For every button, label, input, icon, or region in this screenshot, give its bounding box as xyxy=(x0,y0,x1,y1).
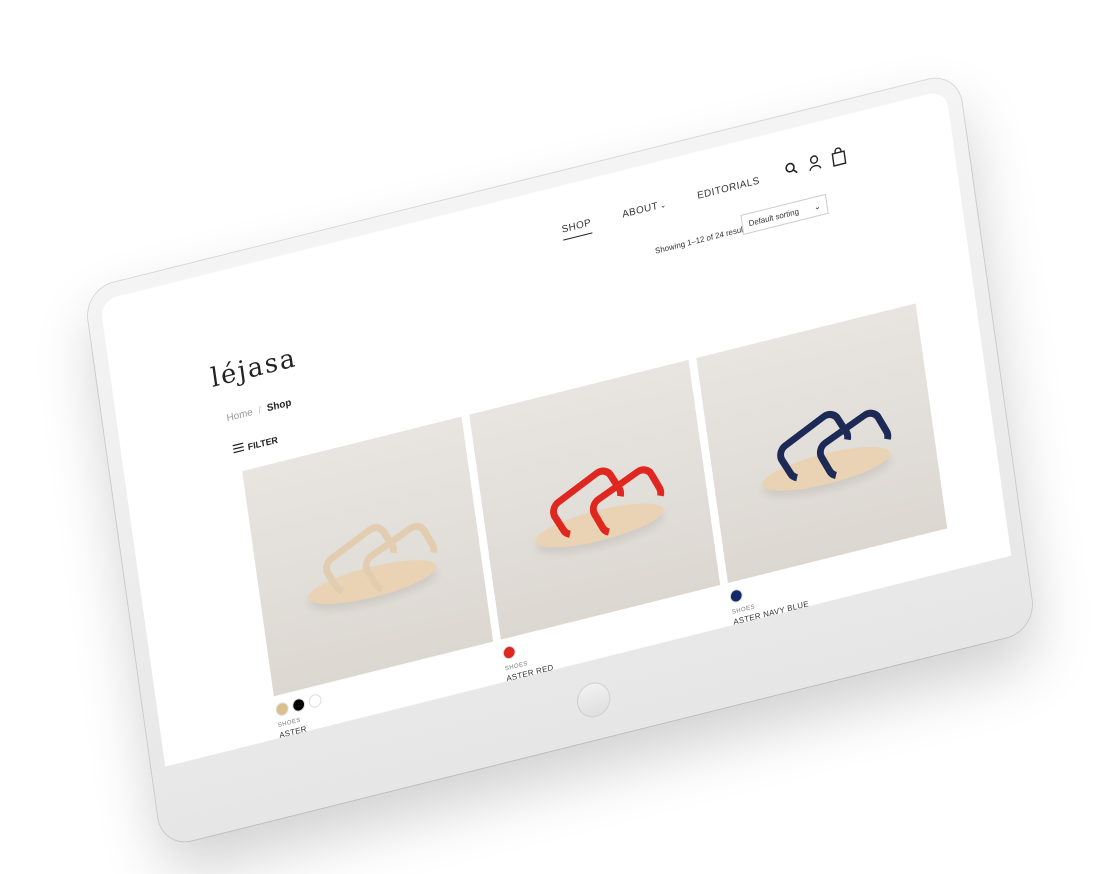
nav-item-label: ABOUT xyxy=(621,200,659,221)
product-card[interactable]: SHOES ASTER NAVY BLUE 130€ xyxy=(696,303,954,636)
home-button[interactable] xyxy=(574,678,613,722)
color-swatch[interactable] xyxy=(502,644,517,661)
tablet-screen: léjasa SHOP ABOUT⌄ EDITORIALS Home / Shop xyxy=(99,89,1012,767)
filter-icon xyxy=(232,442,245,456)
breadcrumb-separator: / xyxy=(257,404,263,417)
sort-selected-value: Default sorting xyxy=(748,206,800,228)
sort-select[interactable]: Default sorting ⌄ xyxy=(740,193,829,235)
nav-item-label: EDITORIALS xyxy=(696,175,761,202)
color-swatch[interactable] xyxy=(307,692,323,709)
nav-item-about[interactable]: ABOUT⌄ xyxy=(622,199,668,221)
tablet-device: léjasa SHOP ABOUT⌄ EDITORIALS Home / Shop xyxy=(84,72,1036,848)
product-image[interactable] xyxy=(242,416,494,697)
color-swatch[interactable] xyxy=(274,701,290,718)
result-count: Showing 1–12 of 24 results xyxy=(654,223,750,256)
shopping-bag-icon[interactable] xyxy=(830,146,848,168)
breadcrumb: Home / Shop xyxy=(226,397,292,424)
nav-item-editorials[interactable]: EDITORIALS xyxy=(697,175,761,202)
header-icons xyxy=(783,146,848,179)
chevron-down-icon: ⌄ xyxy=(813,200,822,212)
product-image[interactable] xyxy=(696,303,948,584)
chevron-down-icon: ⌄ xyxy=(659,201,667,211)
product-image[interactable] xyxy=(469,359,721,640)
breadcrumb-home[interactable]: Home xyxy=(226,407,253,424)
filter-label: FILTER xyxy=(247,434,279,452)
nav-item-shop[interactable]: SHOP xyxy=(561,217,592,235)
nav-item-label: SHOP xyxy=(561,217,593,236)
color-swatch[interactable] xyxy=(729,587,744,604)
color-swatch[interactable] xyxy=(291,696,306,714)
search-icon[interactable] xyxy=(783,160,799,177)
user-icon[interactable] xyxy=(807,153,823,172)
breadcrumb-current: Shop xyxy=(266,397,293,415)
filter-button[interactable]: FILTER xyxy=(232,434,278,456)
brand-logo[interactable]: léjasa xyxy=(209,343,299,394)
product-card[interactable]: SHOES ASTER 130€ xyxy=(242,416,500,749)
product-card[interactable]: SHOES ASTER RED 130€ xyxy=(469,359,727,692)
